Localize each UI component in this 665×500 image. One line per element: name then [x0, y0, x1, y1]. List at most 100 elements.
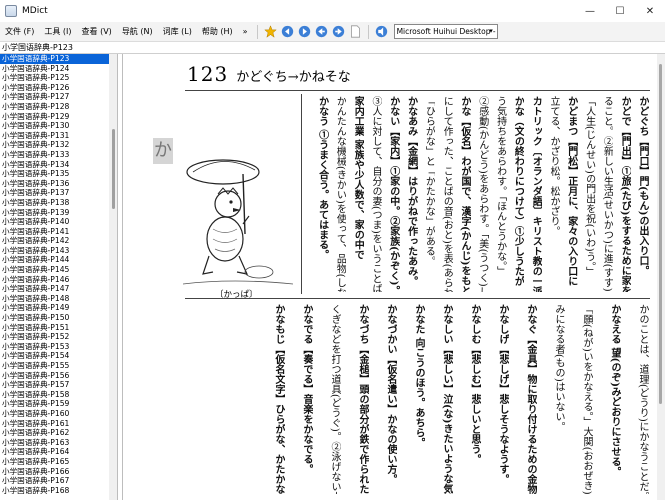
star-icon[interactable] [263, 25, 277, 38]
entry-headword: かない【家内】①家の中。②家族(かぞく)。 [387, 96, 399, 292]
list-item[interactable]: 小学国语辞典-P155 [0, 361, 110, 371]
list-item[interactable]: 小学国语辞典-P138 [0, 198, 110, 208]
list-item[interactable]: 小学国语辞典-P147 [0, 284, 110, 294]
entry-text: 「願(ねが)いをかなえる。」大関(おおぜき)に [581, 304, 592, 494]
list-item[interactable]: 小学国语辞典-P128 [0, 102, 110, 112]
title-bar: MDict — ☐ ✕ [0, 0, 665, 22]
page-scrollbar[interactable] [657, 54, 665, 500]
chevron-down-icon[interactable]: ▾ [487, 27, 496, 36]
entry-headword: かなた 向こうのほう。あちら。 [413, 304, 424, 448]
list-item[interactable]: 小学国语辞典-P127 [0, 92, 110, 102]
list-item[interactable]: 小学国语辞典-P132 [0, 140, 110, 150]
entry-headword: かなえる 望(のぞ)みどおりにさせる。 [609, 304, 620, 477]
menu-view[interactable]: 查看 (V) [77, 26, 117, 37]
close-button[interactable]: ✕ [635, 0, 665, 22]
page-number: 123 [187, 62, 229, 86]
list-item[interactable]: 小学国语辞典-P139 [0, 208, 110, 218]
entry-headword: かな【仮名】わが国で、漢字(かんじ)をもと [459, 96, 470, 292]
list-item[interactable]: 小学国语辞典-P160 [0, 409, 110, 419]
page-scrollbar-thumb[interactable] [659, 64, 662, 404]
list-item[interactable]: 小学国语辞典-P168 [0, 486, 110, 496]
list-item[interactable]: 小学国语辞典-P158 [0, 390, 110, 400]
list-item[interactable]: 小学国语辞典-P167 [0, 476, 110, 486]
dictionary-select[interactable]: Microsoft Huihui Desktop - C ▾ [393, 24, 498, 39]
menu-tools[interactable]: 工具 (I) [39, 26, 76, 37]
menu-help[interactable]: 帮助 (H) [197, 26, 238, 37]
entry-headword: カトリック〔オランダ語〕キリスト教の一派。 [530, 96, 542, 292]
speaker-icon[interactable] [375, 25, 388, 38]
list-item[interactable]: 小学国语辞典-P133 [0, 150, 110, 160]
entry-text: う気持ちをあらわす。「ほんとうかな。」 [494, 96, 506, 276]
list-item[interactable]: 小学国语辞典-P145 [0, 265, 110, 275]
sidebar-scrollbar-thumb[interactable] [112, 129, 115, 209]
list-item[interactable]: 小学国语辞典-P164 [0, 447, 110, 457]
minimize-button[interactable]: — [575, 0, 605, 22]
entry-text: にして作った、ことばの音(おと)を表(あらわ)す字。 [441, 96, 453, 292]
list-item[interactable]: 小学国语辞典-P165 [0, 457, 110, 467]
menu-more[interactable]: » [238, 27, 253, 36]
page-header: 123 かどぐち→かねそな [187, 62, 351, 86]
list-item[interactable]: 小学国语辞典-P137 [0, 188, 110, 198]
list-item[interactable]: 小学国语辞典-P140 [0, 217, 110, 227]
entry-headword: かなでる【奏でる】音楽をかなでる。 [301, 304, 312, 474]
dictionary-select-value: Microsoft Huihui Desktop - C [396, 27, 498, 36]
sidebar-scrollbar[interactable] [109, 54, 117, 500]
list-item[interactable]: 小学国语辞典-P157 [0, 380, 110, 390]
menu-file[interactable]: 文件 (F) [0, 26, 39, 37]
list-item[interactable]: 小学国语辞典-P142 [0, 236, 110, 246]
page-viewer: 123 かどぐち→かねそな か 〔かっぱ〕 かどぐち【門口】門(もん)の出入り口… [122, 54, 665, 500]
list-item[interactable]: 小学国语辞典-P135 [0, 169, 110, 179]
list-item[interactable]: 小学国语辞典-P136 [0, 179, 110, 189]
entry-text: ②感動(かんどう)をあらわす。「美(うつく)しい花かな。」 [476, 96, 488, 292]
list-item[interactable]: 小学国语辞典-P159 [0, 399, 110, 409]
previous-icon[interactable] [315, 25, 328, 38]
list-item[interactable]: 小学国语辞典-P124 [0, 64, 110, 74]
entry-headword: 家内工業 家族や少人数で、家の中で [352, 96, 364, 260]
entry-headword: かなしむ【悲しむ】悲しいと思う。 [469, 304, 480, 464]
list-item[interactable]: 小学国语辞典-P154 [0, 351, 110, 361]
menu-library[interactable]: 词库 (L) [158, 26, 197, 37]
list-item[interactable]: 小学国语辞典-P146 [0, 275, 110, 285]
entry-list: 小学国语辞典-P123 小学国语辞典-P124 小学国语辞典-P125 小学国语辞典-… [0, 54, 110, 495]
list-item[interactable]: 小学国语辞典-P131 [0, 131, 110, 141]
back-icon[interactable] [281, 25, 294, 38]
entry-headword: かなぐ【金具】物に取り付けるための金物(かなもの)。 [525, 304, 536, 494]
toolbar-separator [367, 24, 369, 39]
entry-headword: かなしい【悲しい】泣(な)きたいような気持ち。 [441, 304, 452, 494]
list-item[interactable]: 小学国语辞典-P148 [0, 294, 110, 304]
entry-headword: かどぐち【門口】門(もん)の出入り口。 [637, 96, 648, 276]
list-item[interactable]: 小学国语辞典-P130 [0, 121, 110, 131]
kappa-illustration [183, 159, 293, 285]
list-item[interactable]: 小学国语辞典-P129 [0, 112, 110, 122]
list-item[interactable]: 小学国语辞典-P163 [0, 438, 110, 448]
list-item[interactable]: 小学国语辞典-P153 [0, 342, 110, 352]
header-rule [185, 90, 650, 91]
page-icon[interactable] [349, 25, 362, 38]
list-item[interactable]: 小学国语辞典-P156 [0, 371, 110, 381]
search-input[interactable]: 小学国语辞典-P123 [0, 42, 665, 54]
list-item[interactable]: 小学国语辞典-P134 [0, 160, 110, 170]
entry-text: みになる者(もの)はいない。 [553, 304, 564, 432]
entry-headword: かどで【門出】①旅(たび)をするために家を出 [619, 96, 631, 292]
list-item[interactable]: 小学国语辞典-P141 [0, 227, 110, 237]
list-item[interactable]: 小学国语辞典-P150 [0, 313, 110, 323]
list-item[interactable]: 小学国语辞典-P126 [0, 83, 110, 93]
entry-text: ③人に対して、自分の妻(つま)をいうことば。 [370, 96, 381, 292]
next-icon[interactable] [332, 25, 345, 38]
list-item[interactable]: 小学国语辞典-P125 [0, 73, 110, 83]
menu-navigate[interactable]: 导航 (N) [117, 26, 158, 37]
index-kana: か [153, 138, 173, 164]
list-item[interactable]: 小学国语辞典-P123 [0, 54, 110, 64]
list-item[interactable]: 小学国语辞典-P166 [0, 467, 110, 477]
list-item[interactable]: 小学国语辞典-P149 [0, 303, 110, 313]
entry-text: 「人生(じんせい)の門出を祝(いわ)う。」 [583, 96, 595, 277]
maximize-button[interactable]: ☐ [605, 0, 635, 22]
list-item[interactable]: 小学国语辞典-P162 [0, 428, 110, 438]
list-item[interactable]: 小学国语辞典-P161 [0, 419, 110, 429]
forward-icon[interactable] [298, 25, 311, 38]
list-item[interactable]: 小学国语辞典-P144 [0, 255, 110, 265]
entry-text: 立てる、かざり松。松かざり。 [548, 96, 559, 236]
list-item[interactable]: 小学国语辞典-P152 [0, 332, 110, 342]
column-rule [301, 94, 302, 294]
list-item[interactable]: 小学国语辞典-P151 [0, 323, 110, 333]
